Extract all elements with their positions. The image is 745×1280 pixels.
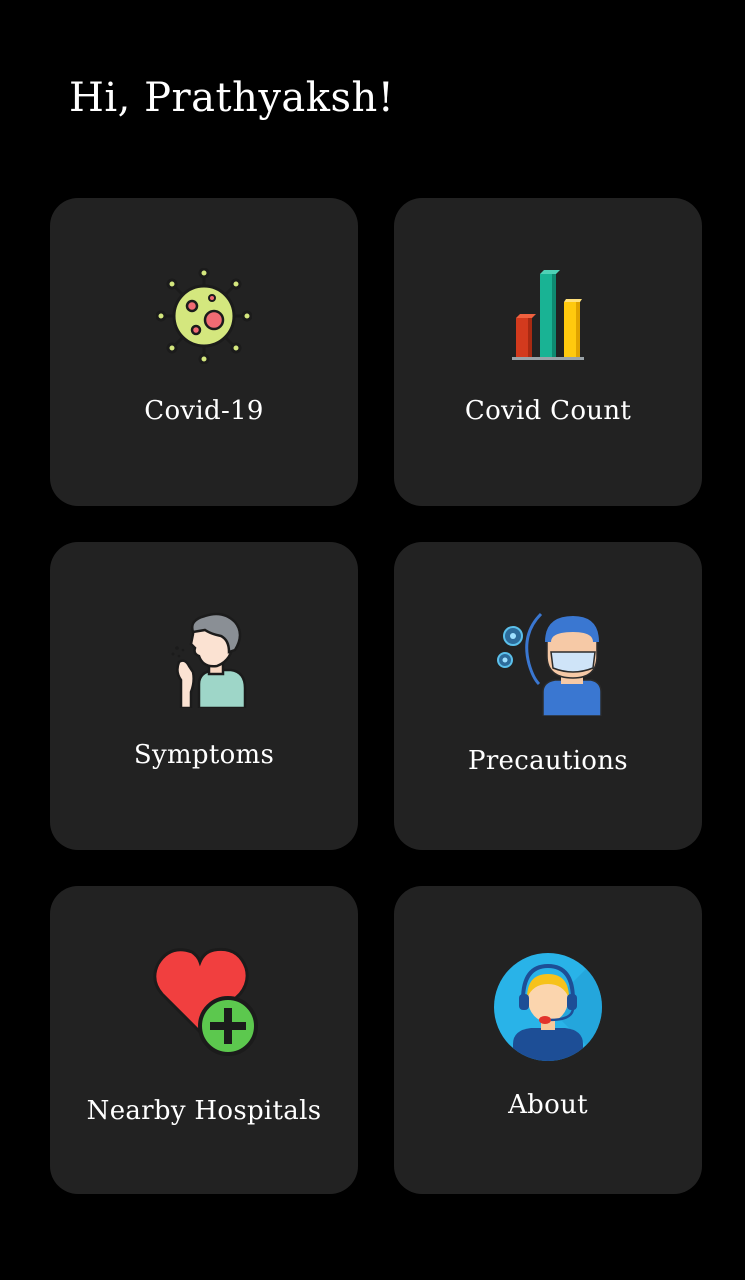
covid19-card[interactable]: Covid-19	[50, 198, 358, 506]
masked-person-icon	[394, 612, 702, 716]
about-label: About	[508, 1090, 588, 1120]
symptoms-label: Symptoms	[133, 740, 275, 770]
greeting-title: Hi, Prathyaksh!	[69, 75, 395, 121]
nearby-hospitals-label: Nearby Hospitals	[86, 1096, 322, 1126]
nearby-hospitals-card[interactable]: Nearby Hospitals	[50, 886, 358, 1194]
symptoms-card[interactable]: Symptoms	[50, 542, 358, 850]
coughing-person-icon	[50, 612, 358, 708]
precautions-label: Precautions	[468, 746, 628, 776]
about-card[interactable]: About	[394, 886, 702, 1194]
covid-count-label: Covid Count	[464, 396, 632, 426]
heart-plus-icon	[50, 946, 358, 1058]
covid19-label: Covid-19	[144, 396, 264, 426]
support-agent-icon	[394, 952, 702, 1062]
bar-chart-icon	[394, 268, 702, 364]
covid-count-card[interactable]: Covid Count	[394, 198, 702, 506]
precautions-card[interactable]: Precautions	[394, 542, 702, 850]
virus-icon	[50, 268, 358, 364]
